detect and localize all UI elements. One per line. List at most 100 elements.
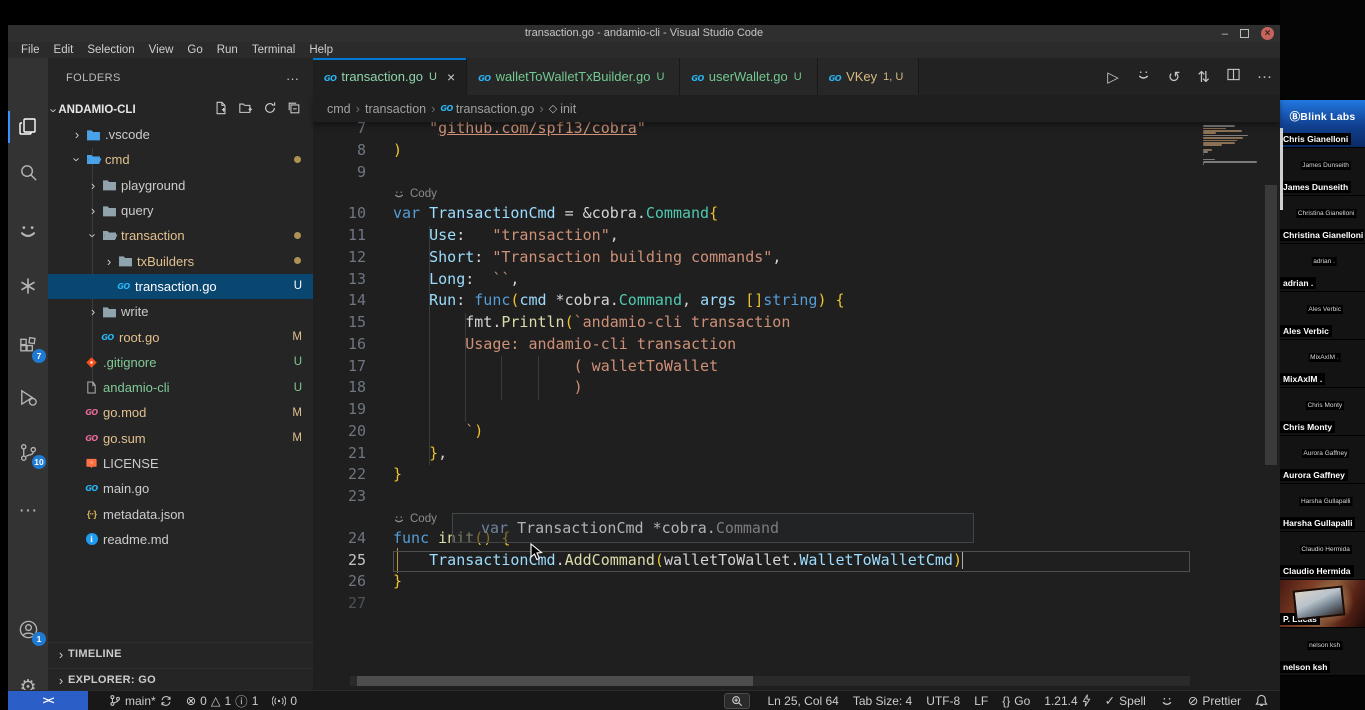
code-line-14[interactable]: 14 Run: func(cmd *cobra.Command, args []… <box>313 291 1280 313</box>
line-number[interactable]: 18 <box>313 378 393 400</box>
compare-changes-icon[interactable]: ⇅ <box>1197 68 1210 86</box>
project-root-row[interactable]: › ANDAMIO-CLI <box>48 98 313 122</box>
participant-tile-nelson-ksh[interactable]: nelson kshnelson ksh <box>1280 628 1365 676</box>
timeline-history-icon[interactable]: ↺ <box>1168 68 1181 86</box>
extensions-icon[interactable]: 7 <box>8 328 48 364</box>
code-text[interactable]: } <box>393 465 1190 487</box>
code-text[interactable]: `) <box>393 422 1190 444</box>
breadcrumb-init[interactable]: ◇init <box>549 102 576 116</box>
code-text[interactable]: fmt.Println(`andamio-cli transaction <box>393 313 1190 335</box>
menu-go[interactable]: Go <box>180 44 209 56</box>
horizontal-scrollbar[interactable] <box>350 676 1190 686</box>
tree-item--vscode[interactable]: ›.vscode <box>48 122 313 147</box>
code-text[interactable]: "github.com/spf13/cobra" <box>393 119 1190 141</box>
code-text[interactable]: Run: func(cmd *cobra.Command, args []str… <box>393 291 1190 313</box>
notifications-bell[interactable] <box>1248 691 1280 710</box>
cody-icon[interactable] <box>8 213 48 249</box>
participant-tile-adrian-[interactable]: adrian .adrian . <box>1280 244 1365 292</box>
tab-size[interactable]: Tab Size: 4 <box>846 691 919 710</box>
encoding[interactable]: UTF-8 <box>919 691 967 710</box>
line-number[interactable]: 19 <box>313 400 393 422</box>
cody-status[interactable] <box>1153 691 1181 710</box>
code-line-18[interactable]: 18 ) <box>313 378 1280 400</box>
line-number[interactable]: 11 <box>313 226 393 248</box>
code-line-27[interactable]: 27 <box>313 594 1280 616</box>
explorer-go-section[interactable]: › EXPLORER: GO <box>48 668 313 691</box>
code-line-10[interactable]: 10var TransactionCmd = &cobra.Command{ <box>313 204 1280 226</box>
explorer-icon[interactable] <box>8 109 48 145</box>
tree-item-andamio-cli[interactable]: andamio-cliU <box>48 375 313 400</box>
tree-item-txbuilders[interactable]: ›txBuilders <box>48 248 313 273</box>
code-line-19[interactable]: 19 <box>313 400 1280 422</box>
tab-transaction.go[interactable]: GOtransaction.goU× <box>313 58 467 95</box>
line-number[interactable]: 22 <box>313 465 393 487</box>
participant-tile-james-dunseith[interactable]: James DunseithJames Dunseith <box>1280 148 1365 196</box>
code-line-26[interactable]: 26} <box>313 572 1280 594</box>
code-line-22[interactable]: 22} <box>313 465 1280 487</box>
code-line-25[interactable]: 25 TransactionCmd.AddCommand(walletToWal… <box>313 551 1280 573</box>
line-number[interactable]: 23 <box>313 487 393 509</box>
tree-item-root-go[interactable]: GOroot.goM <box>48 324 313 349</box>
line-number[interactable]: 24 <box>313 529 393 551</box>
account-icon[interactable]: 1 <box>8 611 48 647</box>
line-number[interactable]: 8 <box>313 141 393 163</box>
more-actions-icon[interactable]: ··· <box>1257 68 1272 85</box>
code-line-20[interactable]: 20 `) <box>313 422 1280 444</box>
code-line-15[interactable]: 15 fmt.Println(`andamio-cli transaction <box>313 313 1280 335</box>
zoom-indicator[interactable] <box>724 693 750 709</box>
breadcrumb-transaction[interactable]: transaction <box>365 102 426 116</box>
line-number[interactable]: 27 <box>313 594 393 616</box>
minimize-icon[interactable]: – <box>1222 27 1228 41</box>
menu-help[interactable]: Help <box>302 44 340 56</box>
code-line-21[interactable]: 21 }, <box>313 444 1280 466</box>
problems-item[interactable]: ⊗0 △1 ⓘ1 <box>179 691 266 710</box>
tree-item--gitignore[interactable]: .gitignoreU <box>48 350 313 375</box>
code-line-23[interactable]: 23 <box>313 487 1280 509</box>
tree-item-main-go[interactable]: GOmain.go <box>48 476 313 501</box>
menu-selection[interactable]: Selection <box>80 44 141 56</box>
sync-icon[interactable] <box>160 695 172 707</box>
participant-tile-chris-gianelloni[interactable]: ⒷBlink LabsChris Gianelloni <box>1280 100 1365 148</box>
scrollbar-handle[interactable] <box>1265 185 1277 465</box>
line-number[interactable]: 26 <box>313 572 393 594</box>
more-icon[interactable]: ··· <box>8 493 48 529</box>
tree-item-go-mod[interactable]: GOgo.modM <box>48 400 313 425</box>
menu-view[interactable]: View <box>142 44 181 56</box>
line-number[interactable]: 7 <box>313 119 393 141</box>
tree-item-readme-md[interactable]: ireadme.md <box>48 527 313 552</box>
run-debug-icon[interactable] <box>8 379 48 415</box>
go-version[interactable]: 1.21.4 <box>1037 691 1097 710</box>
breadcrumb-cmd[interactable]: cmd <box>327 102 351 116</box>
code-text[interactable]: ) <box>393 378 1190 400</box>
restore-icon[interactable] <box>1240 29 1249 38</box>
new-file-icon[interactable] <box>214 101 228 120</box>
code-text[interactable]: } <box>393 572 1190 594</box>
search-icon[interactable] <box>8 154 48 190</box>
code-text[interactable] <box>393 163 1190 185</box>
code-text[interactable]: ) <box>393 141 1190 163</box>
participant-tile-p-lucas[interactable]: P. Lucas <box>1280 580 1365 628</box>
menu-file[interactable]: File <box>14 44 47 56</box>
participant-tile-mixaxim-[interactable]: MixAxIM .MixAxIM . <box>1280 340 1365 388</box>
menu-terminal[interactable]: Terminal <box>245 44 302 56</box>
tree-item-playground[interactable]: ›playground <box>48 173 313 198</box>
line-number[interactable]: 13 <box>313 270 393 292</box>
tree-item-cmd[interactable]: ›cmd <box>48 147 313 172</box>
close-tab-icon[interactable]: × <box>447 69 455 85</box>
code-text[interactable] <box>393 487 1190 509</box>
line-number[interactable]: 12 <box>313 248 393 270</box>
participant-tile-claudio-hermida[interactable]: Claudio HermidaClaudio Hermida <box>1280 532 1365 580</box>
line-number[interactable]: 20 <box>313 422 393 444</box>
line-number[interactable]: 16 <box>313 335 393 357</box>
participant-tile-chris-monty[interactable]: Chris MontyChris Monty <box>1280 388 1365 436</box>
tree-item-transaction-go[interactable]: GOtransaction.goU <box>48 274 313 299</box>
collapse-all-icon[interactable] <box>287 101 301 120</box>
tree-item-license[interactable]: LICENSE <box>48 451 313 476</box>
language-mode[interactable]: {}Go <box>995 691 1037 710</box>
scrollbar-handle[interactable] <box>357 676 753 686</box>
code-line-11[interactable]: 11 Use: "transaction", <box>313 226 1280 248</box>
eol[interactable]: LF <box>967 691 995 710</box>
line-number[interactable]: 17 <box>313 357 393 379</box>
code-text[interactable]: TransactionCmd.AddCommand(walletToWallet… <box>393 551 1190 573</box>
line-number[interactable]: 21 <box>313 444 393 466</box>
